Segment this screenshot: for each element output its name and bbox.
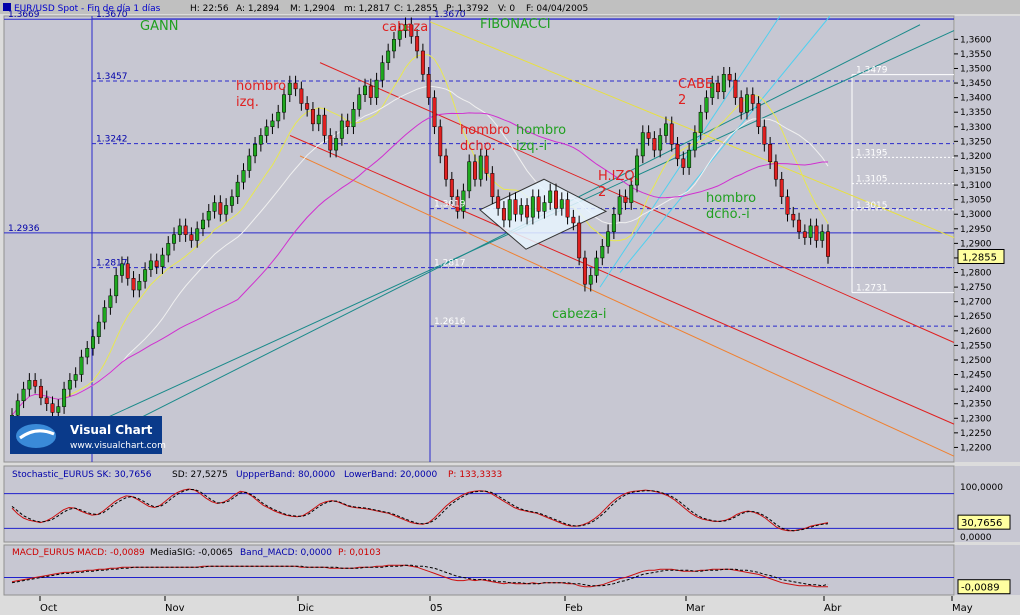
level-right-label-2: 1.3105	[856, 175, 888, 185]
level-right-label-0: 1.3479	[856, 66, 888, 76]
ytick-label: 1,3250	[960, 137, 992, 147]
ytick-label: 1,2400	[960, 385, 992, 395]
level-right-label-3: 1.3015	[856, 201, 888, 211]
quote-f: F: 04/04/2005	[526, 4, 588, 14]
ytick-label: 1,2600	[960, 327, 992, 337]
stoch-upper-label: UppperBand: 80,0000	[236, 470, 335, 480]
stoch-last-text: 30,7656	[961, 518, 1002, 529]
ytick-label: 1,2650	[960, 312, 992, 322]
annotation-hombro-dcho-i: hombro	[706, 191, 756, 206]
ytick-label: 1,2800	[960, 269, 992, 279]
macd-last-text: -0,0089	[961, 583, 1000, 594]
annotation-izq: izq.	[236, 95, 259, 110]
macd-sig-label: MediaSIG: -0,0065	[150, 548, 233, 558]
stoch-sd-label: SD: 27,5275	[172, 470, 228, 480]
quote-a: A: 1,2894	[236, 4, 280, 14]
annotation-dcho-i: dcho.-i	[706, 207, 750, 222]
xtick-label: Feb	[565, 603, 583, 614]
header-quote-bar: EUR/USD Spot - Fin de día 1 días H: 22:5…	[0, 0, 1020, 14]
level-gann-label-2: 1.3242	[96, 135, 128, 145]
stoch-lower-label: LowerBand: 20,0000	[344, 470, 437, 480]
stoch-ytick-0: 0,0000	[960, 533, 992, 543]
annotation-gann: GANN	[140, 19, 178, 34]
stoch-p-label: P: 133,3333	[448, 470, 502, 480]
level-left-label-0: 1.3669	[8, 10, 40, 20]
ytick-label: 1,2950	[960, 225, 992, 235]
xtick-label: Mar	[686, 603, 706, 614]
xtick-label: Abr	[824, 603, 842, 614]
level-left-label-1: 1.2936	[8, 224, 40, 234]
level-fib-label-0: 1.3670	[434, 10, 466, 20]
macd-label: MACD_EURUS MACD: -0,0089	[12, 548, 145, 558]
candle	[577, 215, 582, 266]
annotation-cabeza-i: cabeza-i	[552, 307, 606, 322]
ytick-label: 1,3100	[960, 181, 992, 191]
ytick-label: 1,2900	[960, 239, 992, 249]
level-gann-label-0: 1.3670	[96, 10, 128, 20]
ytick-label: 1,3500	[960, 64, 992, 74]
quote-h: H: 22:56	[190, 4, 229, 14]
xtick-label: May	[952, 603, 973, 614]
ytick-label: 1,2550	[960, 341, 992, 351]
quote-m2: m: 1,2817	[344, 4, 390, 14]
ytick-label: 1,3400	[960, 94, 992, 104]
price-panel[interactable]	[3, 15, 955, 463]
xtick-label: 05	[430, 603, 443, 614]
annotation-h-izq-2: H.IZQ.	[598, 169, 639, 184]
ytick-label: 1,3000	[960, 210, 992, 220]
quote-m: M: 1,2904	[290, 4, 335, 14]
ytick-label: 1,3450	[960, 79, 992, 89]
annotation-izq-i: izq.-i	[516, 139, 547, 154]
ytick-label: 1,2750	[960, 283, 992, 293]
level-gann-label-1: 1.3457	[96, 72, 128, 82]
visual-chart-logo: Visual Chart www.visualchart.com	[10, 416, 166, 454]
ytick-label: 1,3600	[960, 35, 992, 45]
ytick-label: 1,3350	[960, 108, 992, 118]
ytick-label: 1,2300	[960, 414, 992, 424]
annotation-cabeza: cabeza	[382, 20, 428, 35]
ytick-label: 1,2200	[960, 443, 992, 453]
xtick-label: Dic	[298, 603, 314, 614]
chart-window: EUR/USD Spot - Fin de día 1 días H: 22:5…	[0, 0, 1020, 615]
ytick-label: 1,2450	[960, 371, 992, 381]
level-fib-label-3: 1.2616	[434, 317, 466, 327]
ytick-label: 1,3550	[960, 50, 992, 60]
logo-url: www.visualchart.com	[70, 441, 166, 451]
annotation-hombro-izq: hombro	[236, 79, 286, 94]
ytick-label: 1,3200	[960, 152, 992, 162]
annotation-hombro-izq-i: hombro	[516, 123, 566, 138]
level-right-label-4: 1.2731	[856, 284, 888, 294]
quote-v: V: 0	[498, 4, 515, 14]
annotation-fibonacci: FIBONACCI	[480, 17, 551, 32]
x-axis-bg	[0, 596, 1020, 615]
level-right-label-1: 1.3195	[856, 148, 888, 158]
annotation-cabe-2-num: 2	[678, 93, 686, 108]
level-fib-label-2: 1.2817	[434, 259, 466, 269]
level-gann-label-3: 1.2817	[96, 259, 128, 269]
stoch-ytick-100: 100,0000	[960, 483, 1003, 493]
annotation-h-izq-2-num: 2	[598, 185, 606, 200]
last-price-text: 1,2855	[962, 252, 997, 263]
ytick-label: 1,3050	[960, 196, 992, 206]
quote-c: C: 1,2855	[394, 4, 438, 14]
ytick-label: 1,2500	[960, 356, 992, 366]
annotation-hombro-dcho: hombro	[460, 123, 510, 138]
annotation-dcho: dcho.	[460, 139, 496, 154]
macd-panel[interactable]	[3, 544, 955, 596]
level-fib-label-1: 1.3019	[434, 200, 466, 210]
logo-name: Visual Chart	[70, 423, 153, 437]
annotation-cabe-2: CABE	[678, 77, 713, 92]
macd-band-label: Band_MACD: 0,0000	[240, 548, 332, 558]
ytick-label: 1,2350	[960, 400, 992, 410]
ytick-label: 1,3300	[960, 123, 992, 133]
xtick-label: Nov	[165, 603, 185, 614]
stoch-sk-label: Stochastic_EURUS SK: 30,7656	[12, 470, 152, 480]
ytick-label: 1,2700	[960, 298, 992, 308]
macd-p-label: P: 0,0103	[338, 548, 381, 558]
xtick-label: Oct	[40, 603, 57, 614]
stoch-axis-bg	[955, 466, 1020, 542]
ytick-label: 1,3150	[960, 166, 992, 176]
ytick-label: 1,2250	[960, 429, 992, 439]
